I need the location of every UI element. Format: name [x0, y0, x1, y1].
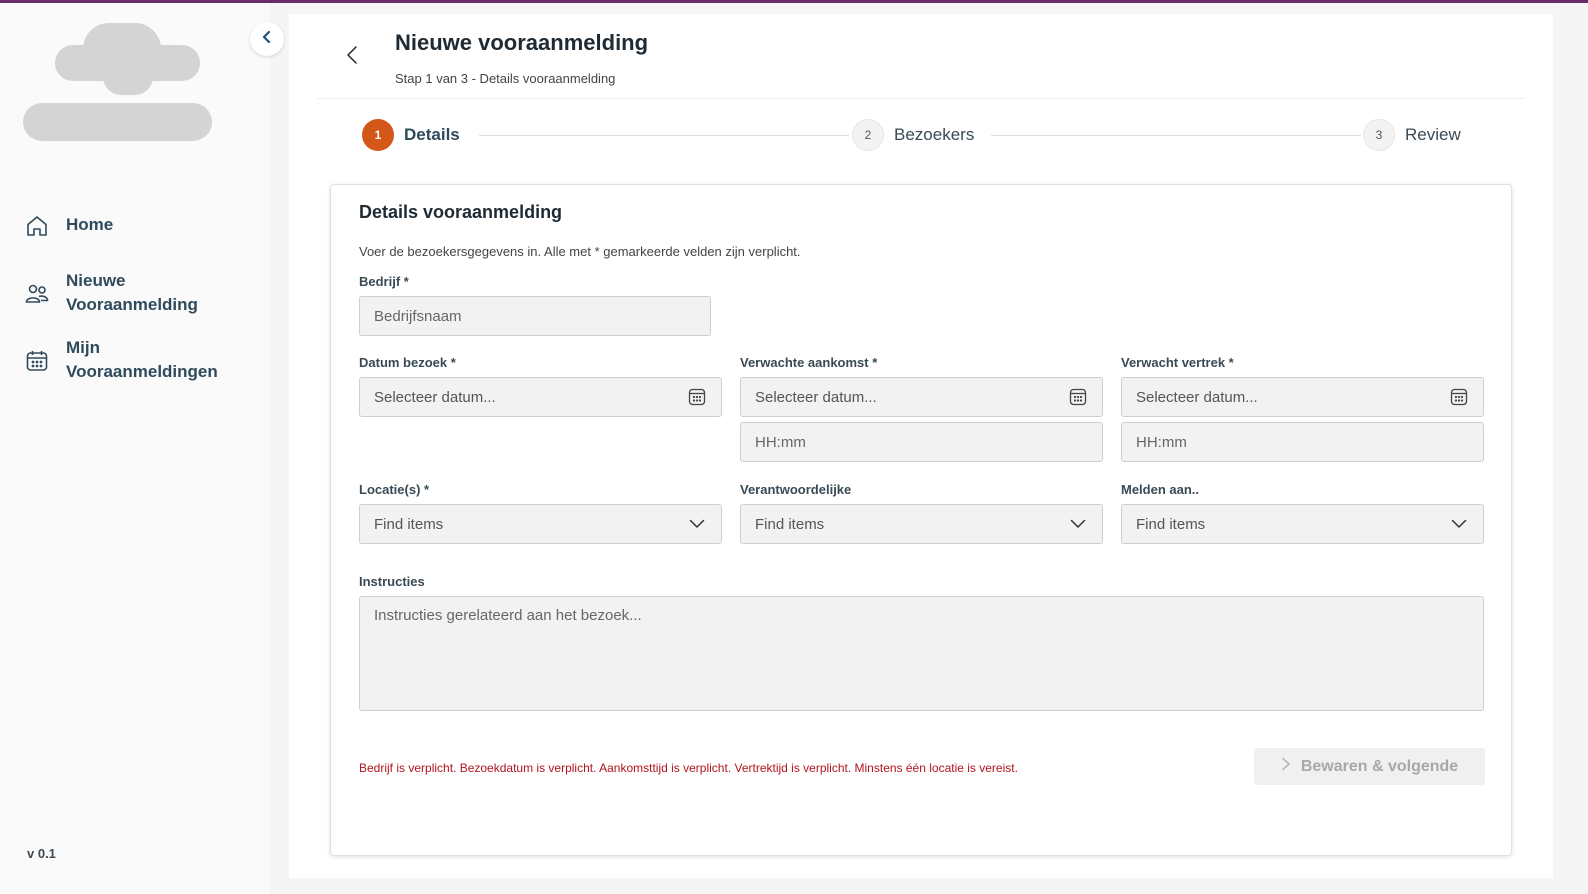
chevron-down-icon: [1068, 514, 1088, 534]
step-bezoekers[interactable]: 2 Bezoekers: [852, 119, 974, 151]
departure-time-input[interactable]: [1121, 422, 1484, 462]
chevron-down-icon: [687, 514, 707, 534]
report-to-select[interactable]: Find items: [1121, 504, 1484, 544]
report-to-label: Melden aan..: [1121, 482, 1200, 497]
step-number: 2: [852, 119, 884, 151]
company-input[interactable]: [359, 296, 711, 336]
departure-date-placeholder: Selecteer datum...: [1136, 388, 1258, 406]
step-connector: [991, 135, 1361, 136]
save-and-next-button[interactable]: Bewaren & volgende: [1254, 748, 1485, 785]
calendar-icon: [687, 387, 707, 407]
sidebar-item-mijn-vooraanmeldingen[interactable]: Mijn Vooraanmeldingen: [24, 336, 236, 384]
step-review[interactable]: 3 Review: [1363, 119, 1461, 151]
locations-select[interactable]: Find items: [359, 504, 722, 544]
departure-label: Verwacht vertrek *: [1121, 355, 1234, 370]
departure-date-picker[interactable]: Selecteer datum...: [1121, 377, 1484, 417]
step-number: 3: [1363, 119, 1395, 151]
responsible-select[interactable]: Find items: [740, 504, 1103, 544]
logo-text-blurred: [23, 103, 212, 141]
users-icon: [24, 281, 50, 307]
calendar-icon: [24, 348, 50, 374]
main-content: Nieuwe vooraanmelding Stap 1 van 3 - Det…: [289, 14, 1553, 878]
logo-blurred: [55, 23, 200, 95]
instructions-textarea[interactable]: [359, 596, 1484, 711]
chevron-left-icon: [345, 45, 359, 70]
arrival-date-picker[interactable]: Selecteer datum...: [740, 377, 1103, 417]
form-description: Voer de bezoekersgegevens in. Alle met *…: [359, 244, 801, 259]
visit-date-label: Datum bezoek *: [359, 355, 456, 370]
arrival-label: Verwachte aankomst *: [740, 355, 878, 370]
step-label: Bezoekers: [894, 125, 975, 144]
validation-error-message: Bedrijf is verplicht. Bezoekdatum is ver…: [359, 761, 1018, 775]
company-label: Bedrijf *: [359, 274, 409, 289]
form-title: Details vooraanmelding: [359, 202, 563, 222]
page-title: Nieuwe vooraanmelding: [395, 30, 649, 55]
sidebar-collapse-button[interactable]: [250, 22, 284, 56]
visit-date-picker[interactable]: Selecteer datum...: [359, 377, 722, 417]
calendar-icon: [1449, 387, 1469, 407]
chevron-right-icon: [1281, 757, 1291, 776]
sidebar-item-label: Home: [66, 215, 114, 234]
version-label: v 0.1: [27, 846, 56, 861]
arrival-date-placeholder: Selecteer datum...: [755, 388, 877, 406]
step-connector: [479, 135, 849, 136]
calendar-icon: [1068, 387, 1088, 407]
step-number: 1: [362, 119, 394, 151]
stepper: 1 Details 2 Bezoekers 3 Review: [317, 98, 1525, 172]
step-details[interactable]: 1 Details: [362, 119, 460, 151]
step-label: Review: [1405, 125, 1461, 144]
save-and-next-label: Bewaren & volgende: [1300, 757, 1459, 775]
report-to-placeholder: Find items: [1136, 515, 1206, 533]
sidebar-item-label: Nieuwe Vooraanmelding: [66, 271, 198, 314]
back-button[interactable]: [339, 42, 365, 72]
home-icon: [24, 213, 50, 239]
chevron-left-icon: [260, 30, 274, 49]
page-subtitle: Stap 1 van 3 - Details vooraanmelding: [395, 71, 616, 86]
chevron-down-icon: [1449, 514, 1469, 534]
sidebar-item-nieuwe-vooraanmelding[interactable]: Nieuwe Vooraanmelding: [24, 269, 236, 317]
details-form-card: Details vooraanmelding Voer de bezoekers…: [330, 184, 1512, 856]
step-label: Details: [404, 125, 460, 144]
sidebar: Home Nieuwe Vooraanmelding Mijn Vooraanm…: [0, 3, 270, 894]
responsible-placeholder: Find items: [755, 515, 825, 533]
visit-date-placeholder: Selecteer datum...: [374, 388, 496, 406]
responsible-label: Verantwoordelijke: [740, 482, 852, 497]
locations-label: Locatie(s) *: [359, 482, 430, 497]
locations-placeholder: Find items: [374, 515, 444, 533]
arrival-time-input[interactable]: [740, 422, 1103, 462]
sidebar-item-label: Mijn Vooraanmeldingen: [66, 338, 218, 381]
instructions-label: Instructies: [359, 574, 425, 589]
sidebar-item-home[interactable]: Home: [24, 213, 236, 239]
